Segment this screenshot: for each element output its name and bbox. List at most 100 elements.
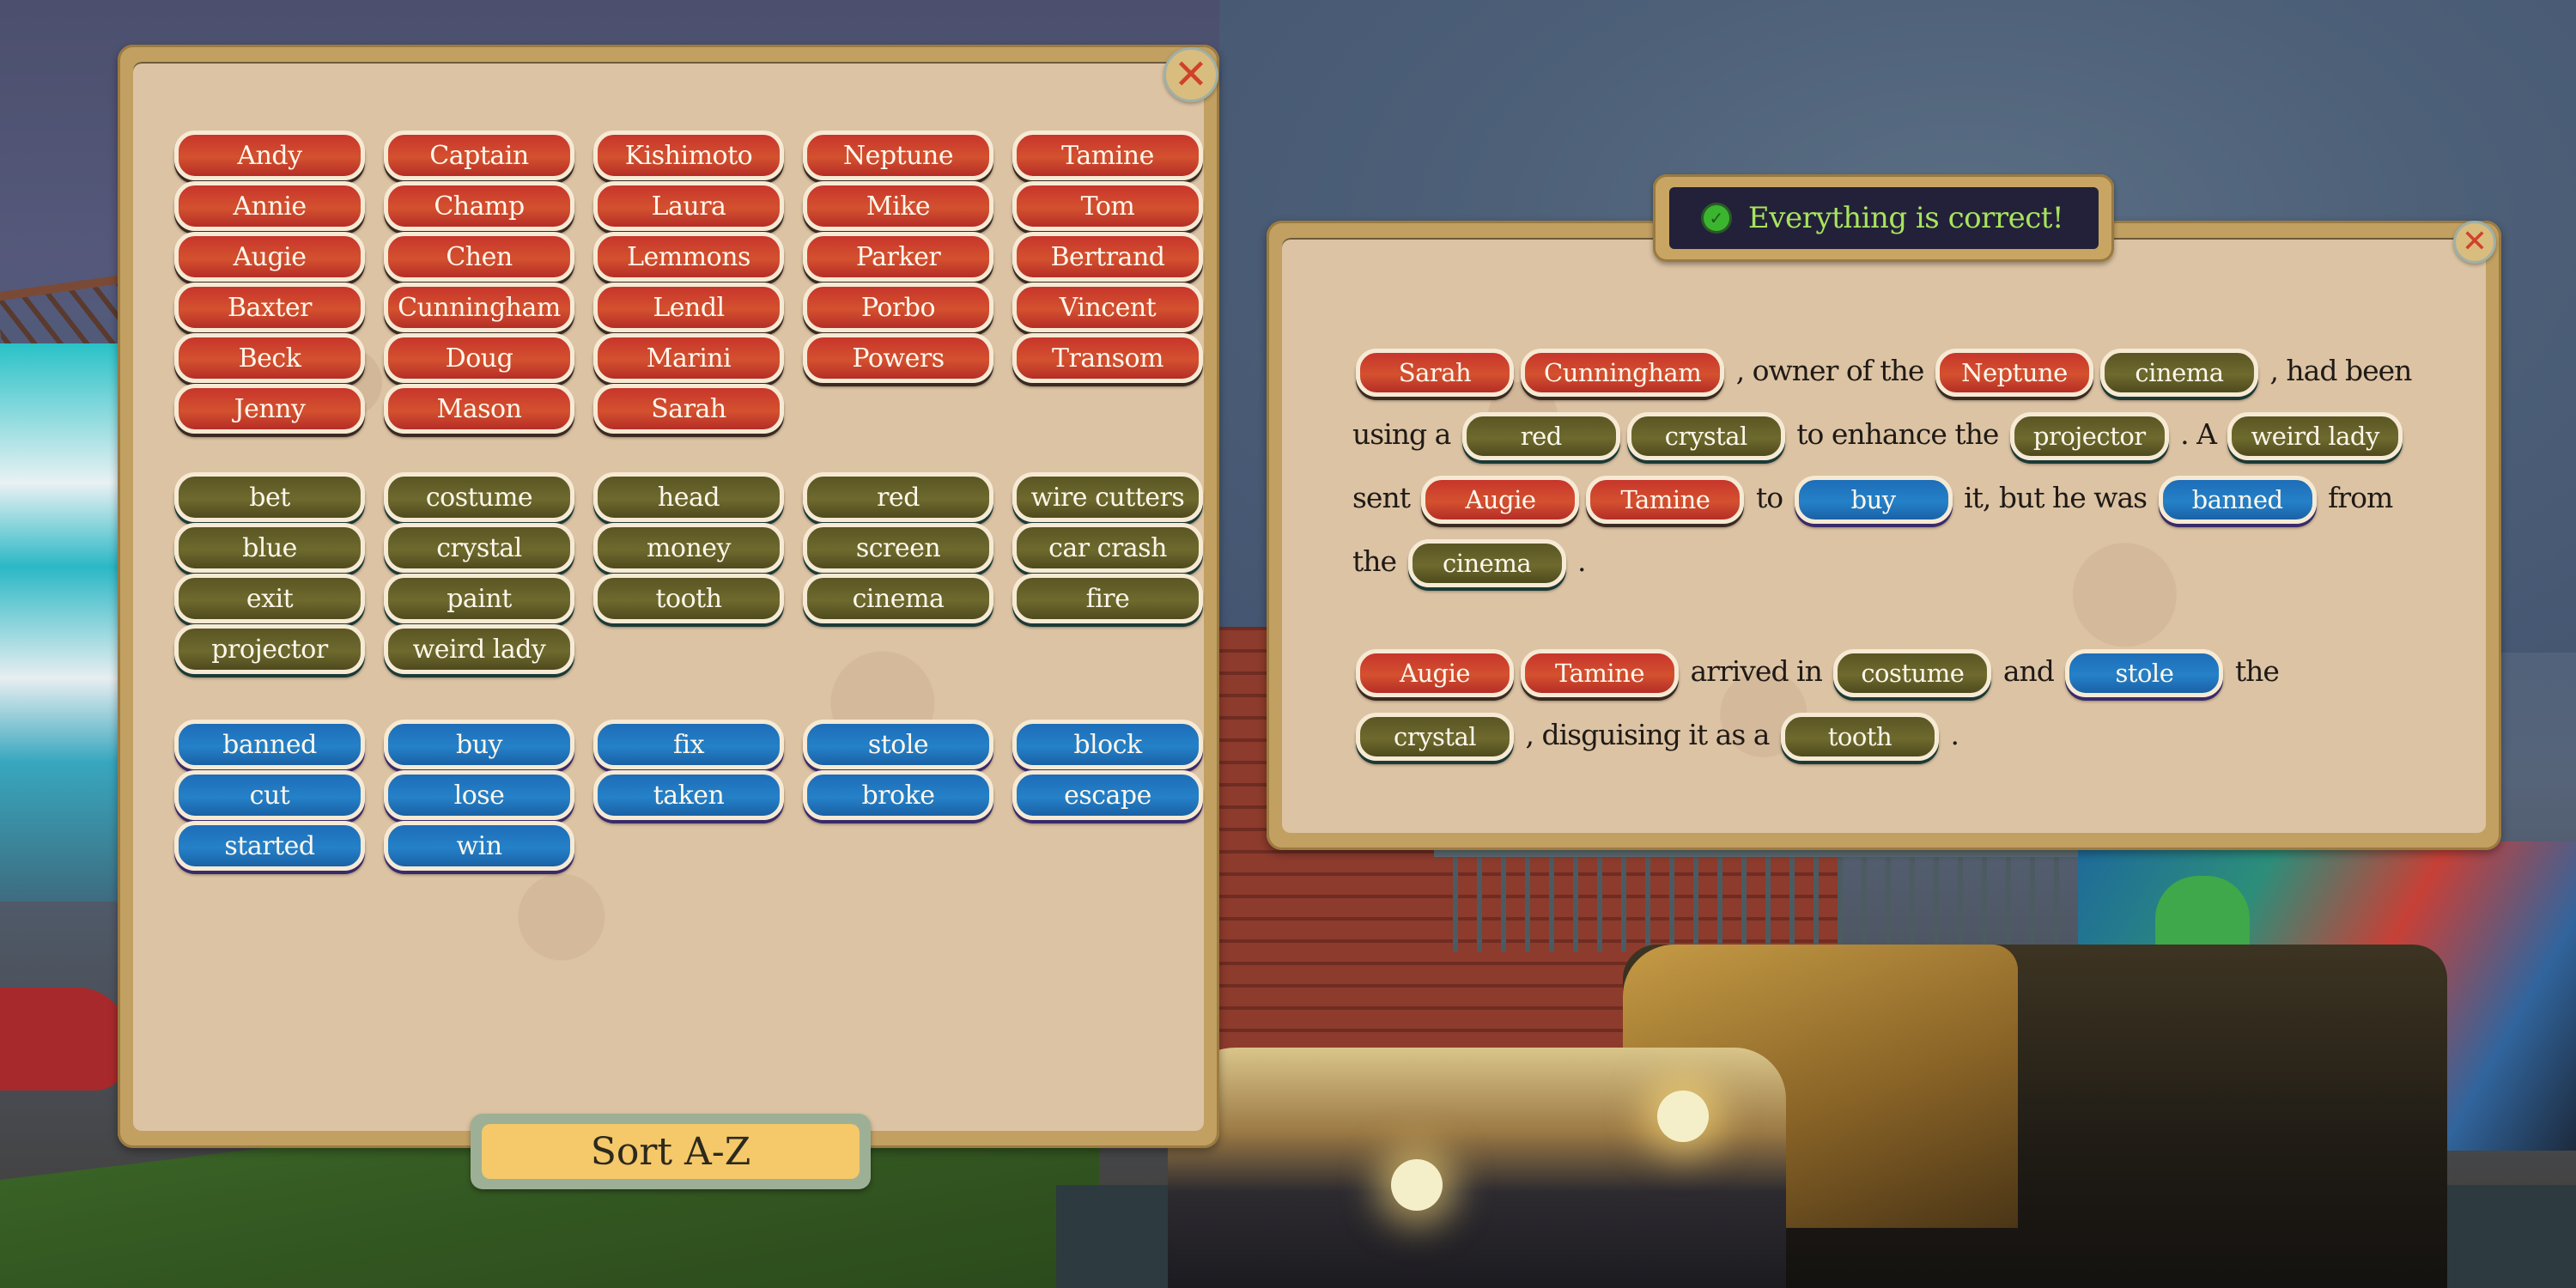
- story-name-chip[interactable]: Cunningham: [1521, 349, 1725, 397]
- name-chip[interactable]: Porbo: [803, 283, 993, 332]
- word-bank-panel: Andy Captain Kishimoto Neptune Tamine Annie Ch…: [118, 45, 1219, 1148]
- name-chip[interactable]: Lemmons: [593, 232, 784, 282]
- name-chip[interactable]: Beck: [174, 333, 365, 383]
- story-name-chip[interactable]: Augie: [1356, 649, 1514, 697]
- status-text: Everything is correct!: [1747, 201, 2064, 235]
- action-chip[interactable]: win: [384, 821, 574, 871]
- story-action-chip[interactable]: banned: [2158, 476, 2317, 524]
- thing-chip[interactable]: tooth: [593, 574, 784, 623]
- name-chip[interactable]: Baxter: [174, 283, 365, 332]
- name-chip[interactable]: Mike: [803, 181, 993, 231]
- action-chip[interactable]: stole: [803, 720, 993, 769]
- name-chip[interactable]: Mason: [384, 384, 574, 434]
- action-chip[interactable]: escape: [1012, 770, 1203, 820]
- name-chip[interactable]: Tom: [1012, 181, 1203, 231]
- story-close-button[interactable]: ✕: [2453, 221, 2496, 264]
- thing-chip[interactable]: red: [803, 472, 993, 522]
- name-chip[interactable]: Powers: [803, 333, 993, 383]
- name-chip[interactable]: Lendl: [593, 283, 784, 332]
- story-paper: Sarah Cunningham , owner of the Neptune ci…: [1282, 238, 2486, 833]
- story-action-chip[interactable]: buy: [1794, 476, 1953, 524]
- story-action-chip[interactable]: stole: [2065, 649, 2224, 697]
- thing-chip[interactable]: blue: [174, 523, 365, 573]
- name-chip[interactable]: Champ: [384, 181, 574, 231]
- check-icon: ✓: [1703, 205, 1729, 231]
- action-chip[interactable]: started: [174, 821, 365, 871]
- name-chip[interactable]: Doug: [384, 333, 574, 383]
- name-chip[interactable]: Cunningham: [384, 283, 574, 332]
- name-chip[interactable]: Chen: [384, 232, 574, 282]
- thing-chip[interactable]: car crash: [1012, 523, 1203, 573]
- thing-chip[interactable]: head: [593, 472, 784, 522]
- action-chip[interactable]: lose: [384, 770, 574, 820]
- story-name-chip[interactable]: Neptune: [1935, 349, 2093, 397]
- name-chip[interactable]: Parker: [803, 232, 993, 282]
- story-thing-chip[interactable]: weird lady: [2227, 412, 2403, 460]
- story-thing-chip[interactable]: projector: [2009, 412, 2169, 460]
- name-chip[interactable]: Andy: [174, 131, 365, 180]
- story-thing-chip[interactable]: crystal: [1356, 713, 1514, 761]
- story-name-chip[interactable]: Augie: [1421, 476, 1580, 524]
- story-text: the: [2227, 654, 2280, 688]
- story-name-chip[interactable]: Tamine: [1521, 649, 1679, 697]
- name-chip[interactable]: Kishimoto: [593, 131, 784, 180]
- word-bank-paper: Andy Captain Kishimoto Neptune Tamine Annie Ch…: [133, 62, 1204, 1131]
- things-group: bet costume head red wire cutters blue crystal…: [174, 472, 1203, 674]
- name-chip[interactable]: Vincent: [1012, 283, 1203, 332]
- water: [0, 343, 129, 902]
- status-banner-inner: ✓ Everything is correct!: [1668, 187, 2099, 249]
- action-chip[interactable]: fix: [593, 720, 784, 769]
- name-chip[interactable]: Tamine: [1012, 131, 1203, 180]
- thing-chip[interactable]: exit: [174, 574, 365, 623]
- thing-chip[interactable]: screen: [803, 523, 993, 573]
- name-chip[interactable]: Laura: [593, 181, 784, 231]
- story-thing-chip[interactable]: costume: [1833, 649, 1992, 697]
- sort-a-z-label: Sort A-Z: [482, 1124, 860, 1179]
- name-chip[interactable]: Neptune: [803, 131, 993, 180]
- story-panel: Sarah Cunningham , owner of the Neptune ci…: [1267, 221, 2501, 850]
- action-chip[interactable]: broke: [803, 770, 993, 820]
- thing-chip[interactable]: projector: [174, 624, 365, 674]
- story-thing-chip[interactable]: cinema: [1407, 539, 1566, 587]
- name-chip[interactable]: Bertrand: [1012, 232, 1203, 282]
- name-chip[interactable]: Captain: [384, 131, 574, 180]
- actions-group: banned buy fix stole block cut lose taken broke e…: [174, 720, 1203, 871]
- action-chip[interactable]: taken: [593, 770, 784, 820]
- word-bank-close-button[interactable]: ✕: [1163, 47, 1218, 102]
- thing-chip[interactable]: money: [593, 523, 784, 573]
- name-chip[interactable]: Annie: [174, 181, 365, 231]
- action-chip[interactable]: block: [1012, 720, 1203, 769]
- red-car: [0, 987, 129, 1091]
- story-text: , owner of the: [1728, 354, 1932, 387]
- thing-chip[interactable]: crystal: [384, 523, 574, 573]
- story-name-chip[interactable]: Tamine: [1586, 476, 1745, 524]
- name-chip[interactable]: Jenny: [174, 384, 365, 434]
- thing-chip[interactable]: weird lady: [384, 624, 574, 674]
- thing-chip[interactable]: bet: [174, 472, 365, 522]
- action-chip[interactable]: banned: [174, 720, 365, 769]
- name-chip[interactable]: Marini: [593, 333, 784, 383]
- headlight: [1391, 1159, 1443, 1211]
- name-chip[interactable]: Augie: [174, 232, 365, 282]
- close-icon: ✕: [1173, 51, 1209, 99]
- name-chip[interactable]: Sarah: [593, 384, 784, 434]
- story-text: it, but he was: [1955, 481, 2155, 514]
- story-thing-chip[interactable]: crystal: [1626, 412, 1785, 460]
- action-chip[interactable]: buy: [384, 720, 574, 769]
- sort-a-z-button[interactable]: Sort A-Z: [471, 1114, 871, 1189]
- story-thing-chip[interactable]: tooth: [1780, 713, 1939, 761]
- thing-chip[interactable]: costume: [384, 472, 574, 522]
- story-name-chip[interactable]: Sarah: [1356, 349, 1514, 397]
- close-icon: ✕: [2461, 224, 2488, 259]
- action-chip[interactable]: cut: [174, 770, 365, 820]
- thing-chip[interactable]: wire cutters: [1012, 472, 1203, 522]
- thing-chip[interactable]: cinema: [803, 574, 993, 623]
- story-text: to: [1747, 481, 1791, 514]
- story-thing-chip[interactable]: cinema: [2099, 349, 2258, 397]
- story-thing-chip[interactable]: red: [1461, 412, 1620, 460]
- name-chip[interactable]: Transom: [1012, 333, 1203, 383]
- story-text: sent: [1352, 481, 1419, 514]
- thing-chip[interactable]: fire: [1012, 574, 1203, 623]
- balcony-railing: [1434, 850, 2087, 951]
- thing-chip[interactable]: paint: [384, 574, 574, 623]
